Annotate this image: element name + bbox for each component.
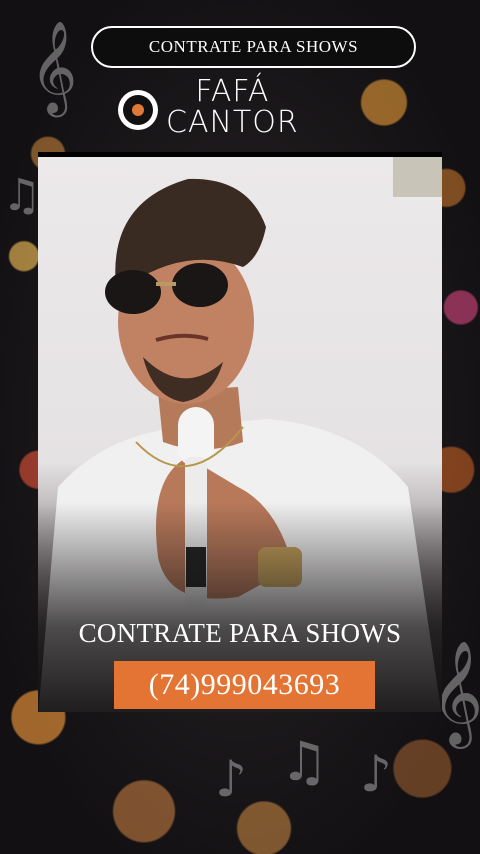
phone-number-text: (74)999043693 <box>148 668 341 701</box>
promo-headline: CONTRATE PARA SHOWS <box>78 618 402 648</box>
brand-line-1: FAFÁ <box>195 74 270 109</box>
music-note-icon: ♫ <box>2 170 42 221</box>
music-note-icon: ♪ <box>215 750 247 808</box>
brand-logo: FAFÁ CANTOR <box>118 76 318 146</box>
banner-label: CONTRATE PARA SHOWS <box>148 37 359 56</box>
music-note-icon: ♪ <box>360 745 392 803</box>
treble-clef-icon: 𝄞 <box>30 20 78 113</box>
music-note-icon: ♫ <box>280 730 329 793</box>
vinyl-record-icon <box>118 90 158 130</box>
contract-shows-banner[interactable]: CONTRATE PARA SHOWS <box>91 26 416 68</box>
brand-name: FAFÁ CANTOR <box>166 76 299 138</box>
phone-number-button[interactable]: (74)999043693 <box>114 661 375 709</box>
brand-line-2: CANTOR <box>166 105 299 140</box>
